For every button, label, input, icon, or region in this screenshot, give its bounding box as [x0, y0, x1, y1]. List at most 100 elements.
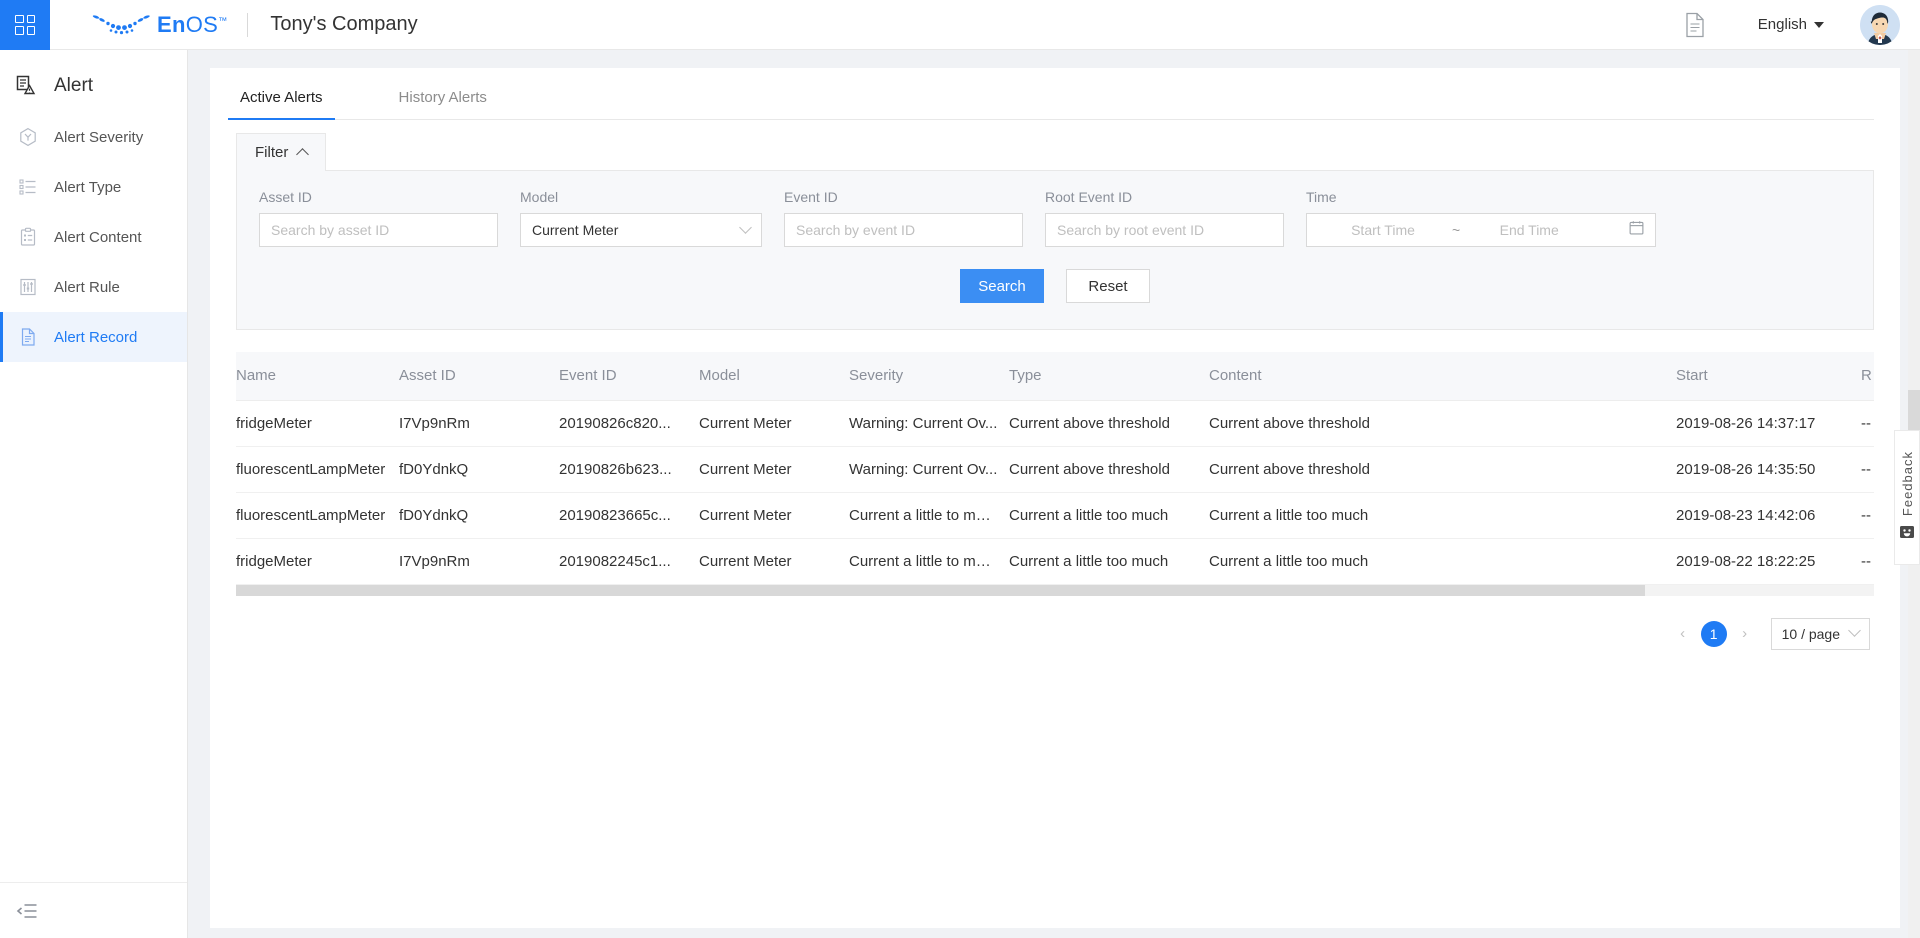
chevron-right-icon[interactable]: ›	[1733, 622, 1757, 646]
tab-active-alerts[interactable]: Active Alerts	[228, 89, 335, 120]
cell-r: --	[1861, 538, 1874, 585]
field-label: Model	[520, 189, 559, 205]
filter-toggle[interactable]: Filter	[236, 133, 327, 171]
search-button[interactable]: Search	[960, 269, 1044, 303]
tab-history-alerts[interactable]: History Alerts	[395, 89, 491, 119]
scrollbar-thumb[interactable]	[236, 584, 1645, 596]
sidebar-item-alert-severity[interactable]: Alert Severity	[0, 112, 187, 162]
cell-asset-id: fD0YdnkQ	[399, 492, 559, 539]
cell-start: 2019-08-23 14:42:06	[1676, 492, 1861, 539]
model-select[interactable]: Current Meter	[520, 213, 762, 247]
cell-content: Current above threshold	[1209, 446, 1676, 493]
cell-severity: Current a little to much	[849, 492, 1009, 539]
col-asset-id: Asset ID	[399, 352, 559, 401]
menu-fold-icon	[16, 903, 37, 918]
top-bar: EnOS™ Tony's Company English	[0, 0, 1920, 50]
col-type: Type	[1009, 352, 1209, 401]
field-asset-id: Asset ID Search by asset ID	[259, 189, 498, 247]
col-severity: Severity	[849, 352, 1009, 401]
language-label: English	[1757, 16, 1807, 33]
col-r: R	[1861, 352, 1874, 401]
filter-actions: Search Reset	[259, 269, 1851, 303]
cell-event-id: 20190826b623...	[559, 446, 699, 493]
table-horizontal-scrollbar[interactable]	[236, 584, 1874, 596]
alert-record-card: Active Alerts History Alerts Filter Asse…	[210, 68, 1900, 928]
chevron-down-icon	[1848, 624, 1861, 637]
col-event-id: Event ID	[559, 352, 699, 401]
sidebar-item-alert-rule[interactable]: Alert Rule	[0, 262, 187, 312]
end-time-input[interactable]: End Time	[1464, 222, 1594, 238]
alert-document-icon	[14, 74, 40, 98]
pagination: ‹ 1 › 10 / page	[236, 617, 1874, 650]
cell-asset-id: I7Vp9nRm	[399, 538, 559, 585]
field-label: Time	[1306, 189, 1337, 205]
cell-event-id: 20190823665c...	[559, 492, 699, 539]
page-size-select[interactable]: 10 / page	[1770, 617, 1870, 650]
cell-severity: Current a little to much	[849, 538, 1009, 585]
start-time-input[interactable]: Start Time	[1318, 222, 1448, 238]
sidebar-title: Alert	[0, 60, 187, 112]
top-bar-actions: English	[1684, 4, 1920, 45]
brand-os: OS	[185, 11, 219, 37]
calendar-icon[interactable]	[1629, 220, 1644, 240]
sidebar-item-alert-type[interactable]: Alert Type	[0, 162, 187, 212]
list-icon	[16, 177, 40, 197]
field-time: Time Start Time ~ End Time	[1306, 189, 1656, 247]
cell-content: Current a little too much	[1209, 538, 1676, 585]
reset-button[interactable]: Reset	[1066, 269, 1150, 303]
chevron-left-icon[interactable]: ‹	[1671, 622, 1695, 646]
sidebar-collapse-button[interactable]	[0, 882, 187, 938]
clipboard-icon	[16, 227, 40, 247]
cell-start: 2019-08-22 18:22:25	[1676, 538, 1861, 585]
apps-launcher-button[interactable]	[0, 0, 50, 50]
document-icon[interactable]	[1684, 12, 1706, 38]
cell-r: --	[1861, 446, 1874, 493]
language-selector[interactable]: English	[1758, 16, 1824, 33]
severity-hexagon-icon	[16, 127, 40, 147]
table-header-row: Name Asset ID Event ID Model Severity Ty…	[236, 352, 1874, 401]
field-label: Asset ID	[259, 189, 312, 205]
cell-type: Current a little too much	[1009, 492, 1209, 539]
filter-panel: Asset ID Search by asset ID Model Curren…	[236, 170, 1874, 330]
sidebar-item-label: Alert Content	[54, 228, 142, 246]
feedback-label: Feedback	[1899, 450, 1915, 517]
asset-id-input[interactable]: Search by asset ID	[259, 213, 498, 247]
sidebar-item-alert-record[interactable]: Alert Record	[0, 312, 187, 362]
field-root-event-id: Root Event ID Search by root event ID	[1045, 189, 1284, 247]
sidebar-item-label: Alert Rule	[54, 278, 120, 296]
alert-table: Name Asset ID Event ID Model Severity Ty…	[236, 352, 1874, 596]
table-head: Name Asset ID Event ID Model Severity Ty…	[236, 352, 1874, 401]
company-name: Tony's Company	[270, 13, 418, 35]
page-number-1[interactable]: 1	[1700, 620, 1727, 647]
table-row[interactable]: fluorescentLampMeter fD0YdnkQ 20190826b6…	[236, 446, 1874, 493]
chevron-down-icon	[739, 220, 752, 234]
cell-type: Current above threshold	[1009, 446, 1209, 493]
table-body: fridgeMeter I7Vp9nRm 20190826c820... Cur…	[236, 400, 1874, 585]
table-row[interactable]: fluorescentLampMeter fD0YdnkQ 2019082366…	[236, 492, 1874, 539]
event-id-input[interactable]: Search by event ID	[784, 213, 1023, 247]
apps-grid-icon	[15, 14, 35, 35]
tab-label: Active Alerts	[240, 89, 323, 106]
alert-table-element: Name Asset ID Event ID Model Severity Ty…	[236, 352, 1874, 585]
table-row[interactable]: fridgeMeter I7Vp9nRm 20190826c820... Cur…	[236, 400, 1874, 447]
filter-fields-row: Asset ID Search by asset ID Model Curren…	[259, 189, 1851, 247]
time-range-picker[interactable]: Start Time ~ End Time	[1306, 213, 1656, 247]
user-avatar-icon	[1860, 4, 1900, 45]
cell-name: fridgeMeter	[236, 538, 399, 585]
brand-logo[interactable]: EnOS™	[92, 12, 227, 38]
chevron-up-icon	[296, 148, 310, 161]
range-separator: ~	[1452, 222, 1461, 238]
root-event-id-input[interactable]: Search by root event ID	[1045, 213, 1284, 247]
feedback-tab[interactable]: Feedback	[1894, 430, 1920, 565]
model-select-value: Current Meter	[532, 222, 619, 238]
cell-start: 2019-08-26 14:37:17	[1676, 400, 1861, 447]
header-divider	[247, 12, 249, 37]
sidebar: Alert Alert Severity Alert Type Alert Co…	[0, 50, 188, 938]
page-size-label: 10 / page	[1781, 625, 1840, 642]
cell-asset-id: fD0YdnkQ	[399, 446, 559, 493]
avatar[interactable]	[1860, 4, 1900, 45]
col-name: Name	[236, 352, 399, 401]
sidebar-item-alert-content[interactable]: Alert Content	[0, 212, 187, 262]
cell-r: --	[1861, 400, 1874, 447]
table-row[interactable]: fridgeMeter I7Vp9nRm 2019082245c1... Cur…	[236, 538, 1874, 585]
